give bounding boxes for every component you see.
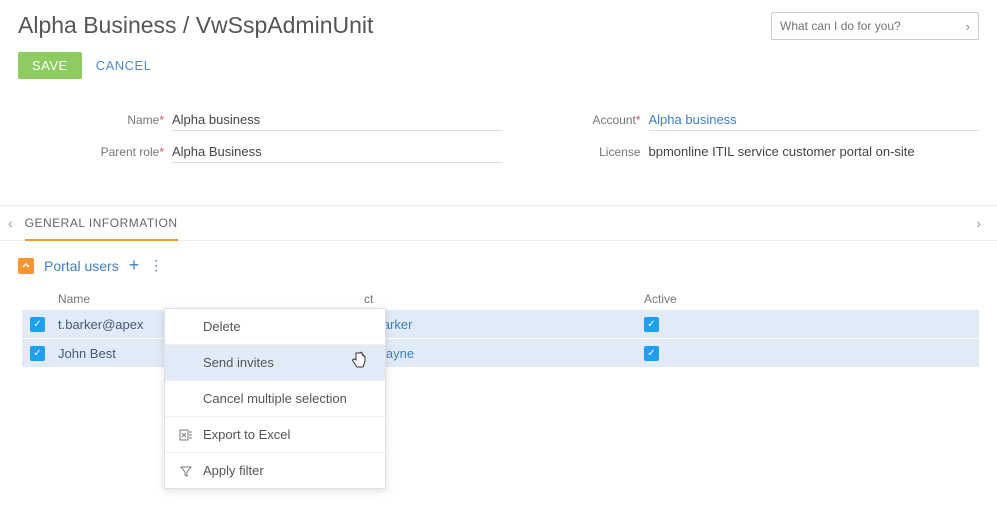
- add-record-icon[interactable]: +: [129, 255, 140, 276]
- menu-label: Export to Excel: [203, 427, 290, 442]
- detail-actions-icon[interactable]: ⋮: [149, 257, 163, 274]
- row-checkbox[interactable]: ✓: [30, 346, 45, 361]
- search-go-icon[interactable]: ›: [966, 19, 970, 34]
- detail-context-menu: Delete Send invites Cancel multiple sele…: [164, 308, 386, 489]
- cell-active: ✓: [644, 346, 844, 361]
- menu-label: Delete: [203, 319, 241, 334]
- cell-contact[interactable]: y Wayne: [364, 346, 644, 361]
- account-field[interactable]: Alpha business: [649, 109, 979, 131]
- menu-delete[interactable]: Delete: [165, 309, 385, 345]
- detail-title-portal-users[interactable]: Portal users: [44, 258, 119, 274]
- portal-users-grid: Name ct Active ✓ t.barker@apex s Barker …: [18, 286, 979, 368]
- row-checkbox[interactable]: ✓: [30, 317, 45, 332]
- name-label: Name*: [86, 113, 172, 127]
- license-label: License: [563, 145, 649, 159]
- tab-general-information[interactable]: GENERAL INFORMATION: [25, 205, 178, 241]
- menu-cancel-multiple[interactable]: Cancel multiple selection: [165, 381, 385, 417]
- name-field[interactable]: Alpha business: [172, 109, 502, 131]
- menu-label: Cancel multiple selection: [203, 391, 347, 406]
- menu-send-invites[interactable]: Send invites: [165, 345, 385, 381]
- menu-label: Apply filter: [203, 463, 264, 478]
- cancel-button[interactable]: CANCEL: [96, 58, 152, 73]
- section-prev-icon[interactable]: ‹: [8, 215, 13, 231]
- save-button[interactable]: SAVE: [18, 52, 82, 79]
- account-label: Account*: [563, 113, 649, 127]
- export-excel-icon: [179, 428, 193, 442]
- menu-apply-filter[interactable]: Apply filter: [165, 453, 385, 488]
- global-search[interactable]: ›: [771, 12, 979, 40]
- active-checkbox[interactable]: ✓: [644, 317, 659, 332]
- cell-contact[interactable]: s Barker: [364, 317, 644, 332]
- menu-export-excel[interactable]: Export to Excel: [165, 417, 385, 453]
- cell-active: ✓: [644, 317, 844, 332]
- col-header-name[interactable]: Name: [58, 292, 364, 306]
- active-checkbox[interactable]: ✓: [644, 346, 659, 361]
- chevron-up-icon: [22, 262, 30, 270]
- menu-label: Send invites: [203, 355, 274, 370]
- page-title: Alpha Business / VwSspAdminUnit: [18, 12, 373, 39]
- section-next-icon[interactable]: ›: [976, 215, 981, 231]
- col-header-active[interactable]: Active: [644, 292, 844, 306]
- parent-role-label: Parent role*: [86, 145, 172, 159]
- cursor-hand-icon: [351, 351, 367, 371]
- grid-header-row: Name ct Active: [22, 286, 979, 310]
- col-header-contact[interactable]: ct: [364, 292, 644, 306]
- detail-collapse-toggle[interactable]: [18, 258, 34, 274]
- search-input[interactable]: [780, 19, 966, 33]
- license-field[interactable]: bpmonline ITIL service customer portal o…: [649, 141, 979, 162]
- filter-icon: [179, 464, 193, 478]
- parent-role-field[interactable]: Alpha Business: [172, 141, 502, 163]
